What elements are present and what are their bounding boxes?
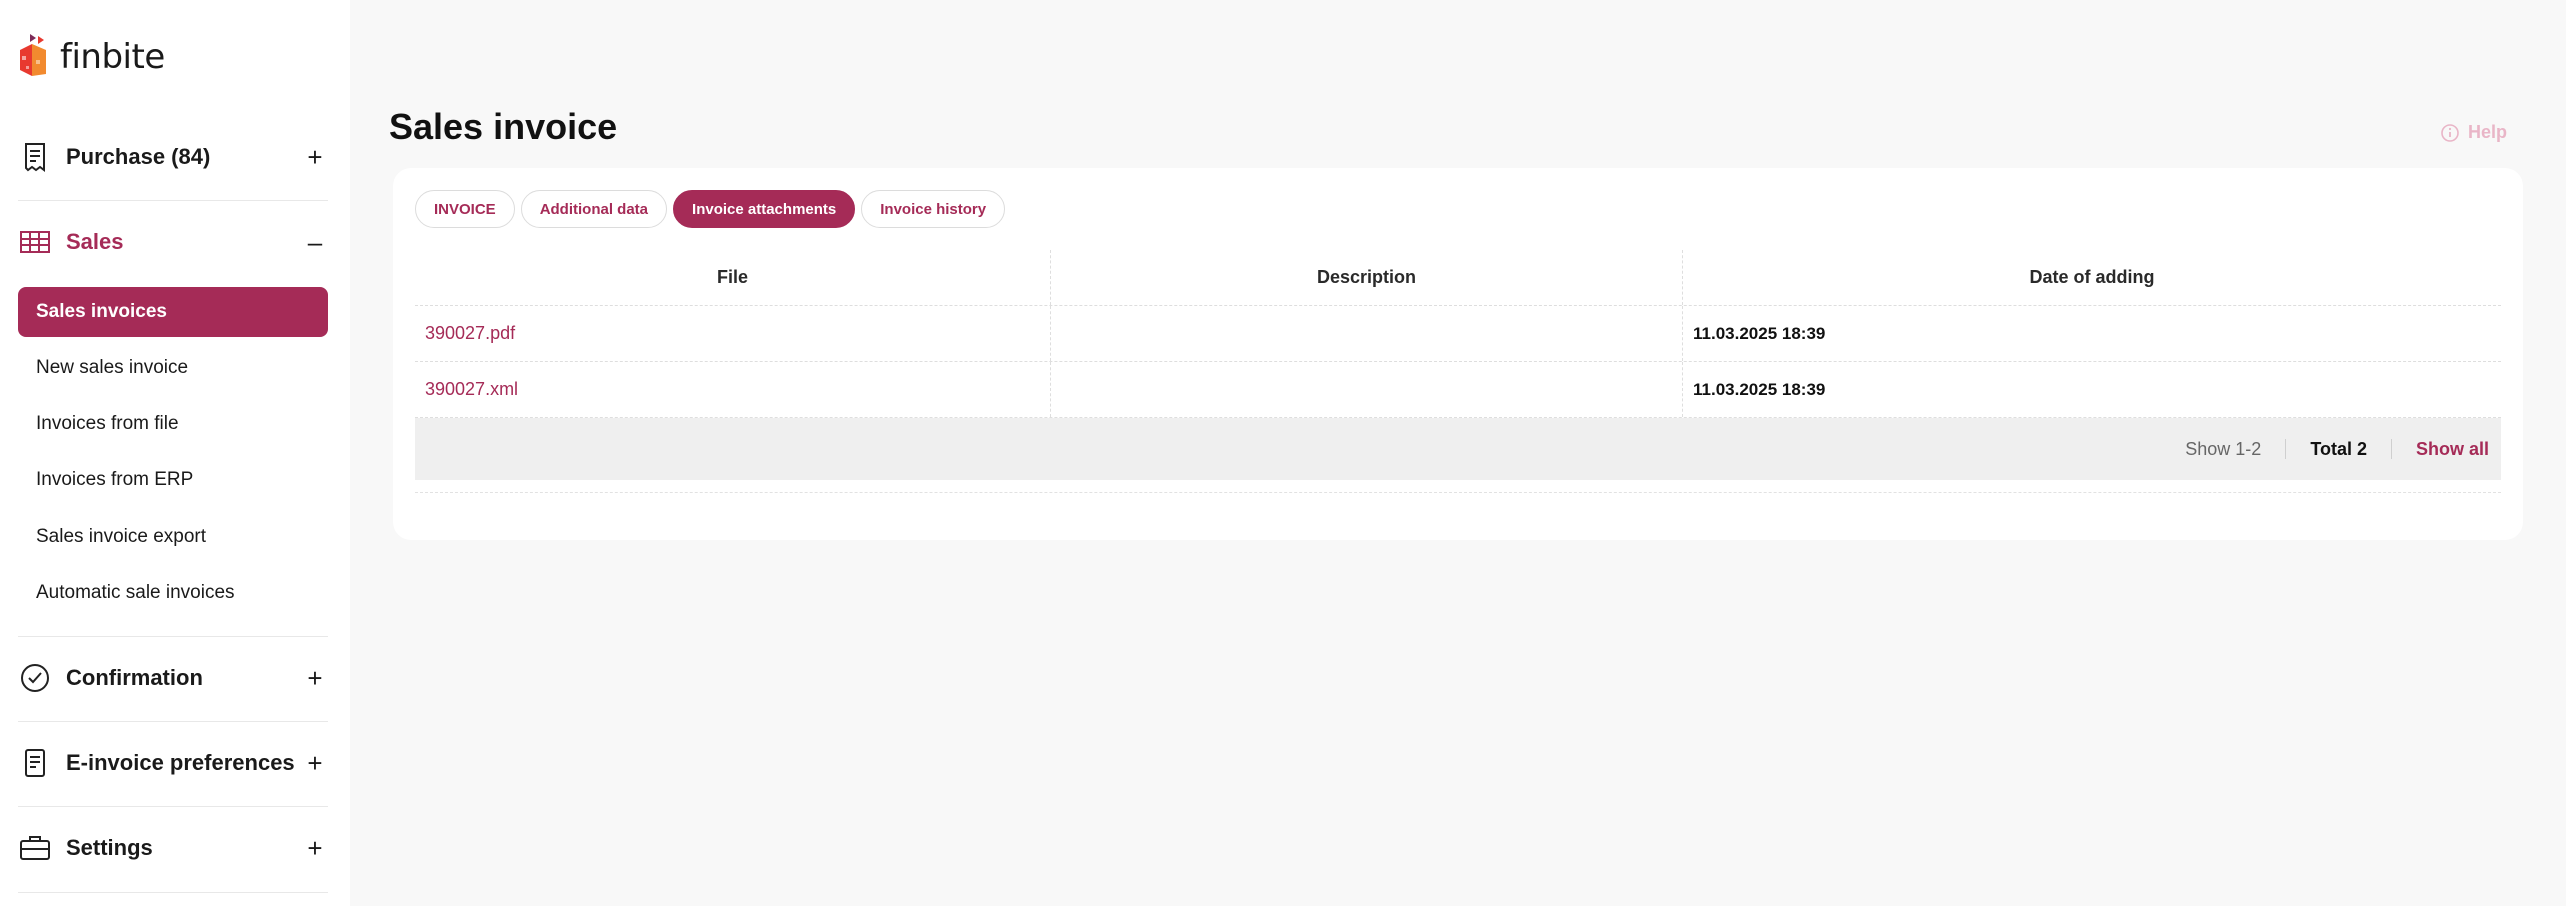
tab-invoice-history[interactable]: Invoice history [861, 190, 1006, 228]
sidebar-item-automatic-sale-invoices[interactable]: Automatic sale invoices [18, 568, 328, 618]
expand-icon[interactable]: + [302, 144, 328, 170]
sidebar-section-confirmation[interactable]: Confirmation + [18, 649, 328, 707]
tab-additional-data[interactable]: Additional data [520, 190, 668, 228]
sidebar-section-e-invoice-preferences[interactable]: E-invoice preferences + [18, 734, 328, 792]
show-all-link[interactable]: Show all [2416, 439, 2489, 460]
help-label: Help [2468, 122, 2508, 142]
sidebar: finbite Purchase (84) + Sales – Sales in… [0, 0, 350, 906]
table-row: 390027.pdf 11.03.2025 18:39 [415, 306, 2501, 362]
pagination-total: Total 2 [2310, 438, 2367, 459]
sidebar-section-purchase[interactable]: Purchase (84) + [18, 128, 328, 186]
date-cell: 11.03.2025 18:39 [1683, 306, 2501, 361]
divider [18, 892, 328, 893]
separator [2285, 439, 2287, 459]
table-header-row: File Description Date of adding [415, 250, 2501, 306]
table-grid-icon [20, 231, 50, 253]
description-cell [1051, 306, 1683, 361]
page-title: Sales invoice [389, 106, 618, 147]
collapse-icon[interactable]: – [302, 229, 328, 255]
logo-text: finbite [60, 37, 165, 77]
divider [18, 636, 328, 637]
invoice-card: INVOICE Additional data Invoice attachme… [393, 168, 2523, 540]
divider [415, 492, 2501, 493]
table-row: 390027.xml 11.03.2025 18:39 [415, 362, 2501, 418]
separator [2390, 439, 2392, 459]
finbite-logo-icon [20, 34, 46, 76]
sidebar-item-new-sales-invoice[interactable]: New sales invoice [18, 343, 328, 393]
sidebar-section-label: Purchase (84) [66, 144, 211, 169]
sidebar-item-sales-invoices[interactable]: Sales invoices [18, 287, 328, 337]
file-cell: 390027.pdf [415, 306, 1051, 361]
sidebar-section-label: Confirmation [66, 665, 203, 690]
divider [18, 200, 328, 201]
sidebar-item-sales-invoice-export[interactable]: Sales invoice export [18, 512, 328, 562]
date-cell: 11.03.2025 18:39 [1683, 362, 2501, 417]
attachments-table: File Description Date of adding 390027.p… [415, 250, 2501, 418]
sidebar-section-label: E-invoice preferences [66, 750, 295, 775]
sidebar-section-settings[interactable]: Settings + [18, 819, 328, 877]
expand-icon[interactable]: + [302, 665, 328, 691]
divider [18, 806, 328, 807]
column-header-description[interactable]: Description [1051, 250, 1683, 305]
sidebar-item-invoices-from-file[interactable]: Invoices from file [18, 399, 328, 449]
check-circle-icon [21, 664, 49, 692]
logo[interactable]: finbite [16, 30, 165, 84]
tab-invoice[interactable]: INVOICE [415, 190, 515, 228]
expand-icon[interactable]: + [302, 750, 328, 776]
info-icon [2441, 123, 2459, 142]
pagination-bar: Show 1-2 Total 2 Show all [415, 418, 2501, 480]
document-icon [25, 749, 45, 777]
tab-bar: INVOICE Additional data Invoice attachme… [415, 190, 1006, 228]
briefcase-icon [20, 836, 50, 860]
sidebar-item-invoices-from-erp[interactable]: Invoices from ERP [18, 455, 328, 505]
help-link[interactable]: Help [2440, 122, 2507, 143]
receipt-icon [25, 143, 45, 172]
description-cell [1051, 362, 1683, 417]
date-text: 11.03.2025 18:39 [1693, 379, 1826, 399]
column-header-date-of-adding[interactable]: Date of adding [1683, 250, 2501, 305]
file-link[interactable]: 390027.pdf [425, 323, 515, 344]
sidebar-section-label: Sales [66, 229, 124, 254]
file-cell: 390027.xml [415, 362, 1051, 417]
expand-icon[interactable]: + [302, 835, 328, 861]
app-window: finbite Purchase (84) + Sales – Sales in… [0, 0, 2566, 906]
tab-invoice-attachments[interactable]: Invoice attachments [673, 190, 856, 228]
file-link[interactable]: 390027.xml [425, 379, 518, 400]
column-header-file[interactable]: File [415, 250, 1051, 305]
date-text: 11.03.2025 18:39 [1693, 323, 1826, 343]
sidebar-section-sales[interactable]: Sales – [18, 213, 328, 271]
pagination-range: Show 1-2 [2185, 438, 2262, 459]
sidebar-section-label: Settings [66, 835, 153, 860]
divider [18, 721, 328, 722]
